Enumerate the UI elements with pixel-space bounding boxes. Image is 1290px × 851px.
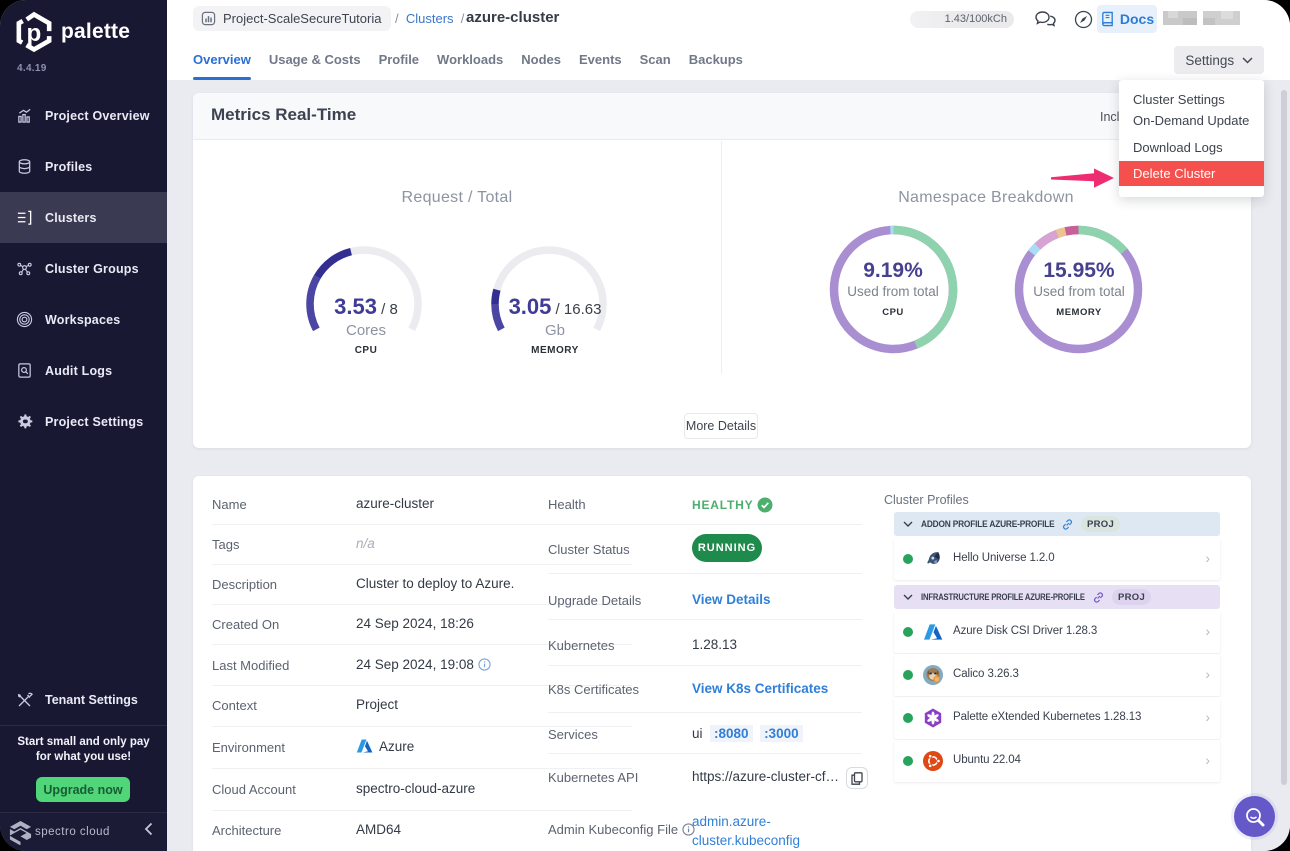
svg-text:p: p xyxy=(27,20,42,47)
